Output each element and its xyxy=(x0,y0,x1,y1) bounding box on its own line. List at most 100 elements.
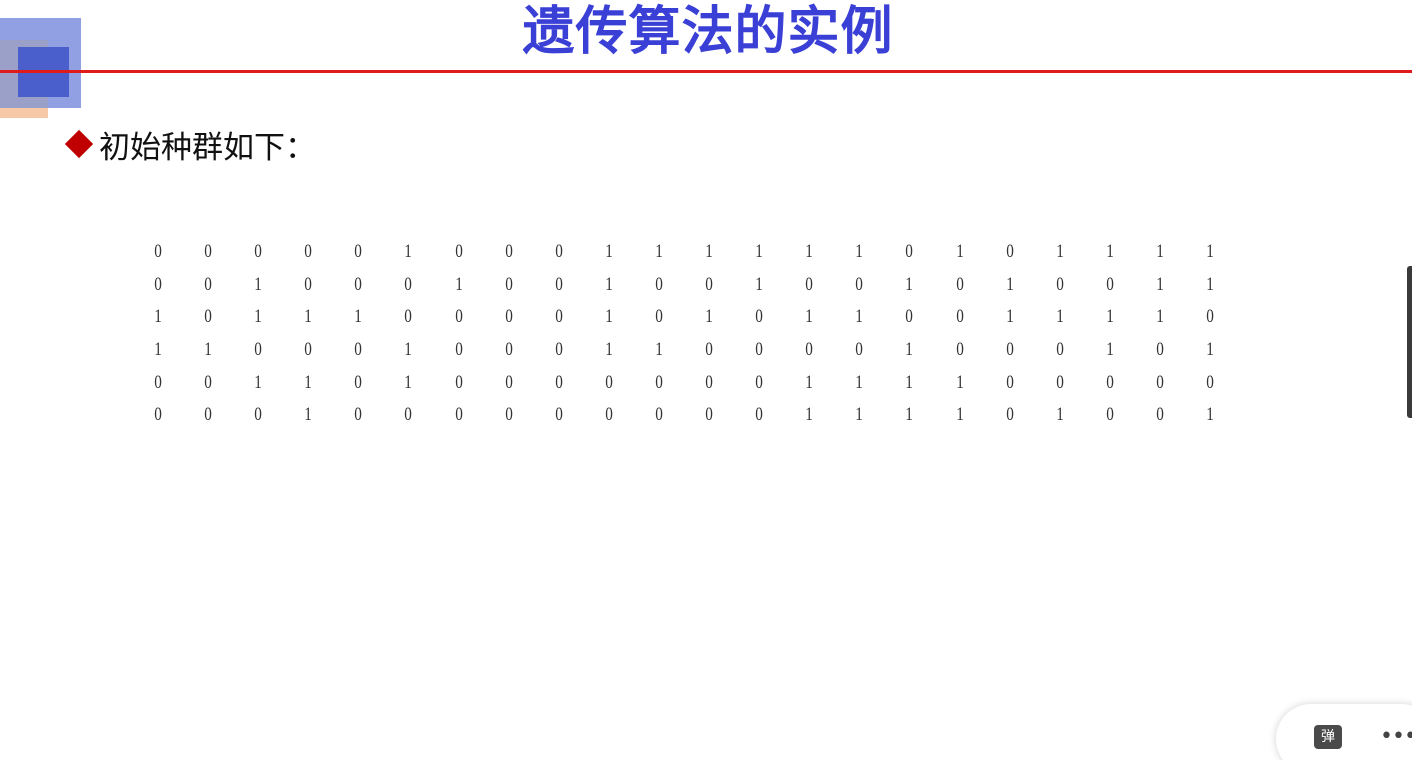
gene-bit: 0 xyxy=(955,306,964,328)
gene-bit: 0 xyxy=(504,273,513,295)
gene-bit: 0 xyxy=(204,273,212,295)
side-scroll-handle[interactable] xyxy=(1407,266,1412,418)
gene-bit: 1 xyxy=(605,241,613,263)
gene-bit: 1 xyxy=(1055,241,1064,263)
bullet-point: 初始种群如下： xyxy=(64,122,316,166)
gene-bit: 1 xyxy=(805,241,814,263)
gene-bit: 0 xyxy=(605,404,613,426)
danmu-toggle-button[interactable]: 弹 xyxy=(1314,725,1342,749)
gene-bit: 1 xyxy=(955,241,964,263)
gene-bit: 1 xyxy=(404,241,413,263)
gene-bit: 1 xyxy=(755,241,763,263)
gene-bit: 1 xyxy=(1206,273,1214,295)
gene-bit: 1 xyxy=(805,404,814,426)
gene-bit: 1 xyxy=(154,306,162,328)
gene-bit: 0 xyxy=(504,306,513,328)
gene-bit: 1 xyxy=(855,306,864,328)
gene-bit: 1 xyxy=(605,306,613,328)
gene-bit: 0 xyxy=(905,306,914,328)
gene-bit: 0 xyxy=(204,306,212,328)
gene-bit: 0 xyxy=(755,404,763,426)
gene-bit: 1 xyxy=(905,339,914,361)
gene-bit: 0 xyxy=(554,404,563,426)
gene-bit: 0 xyxy=(204,371,212,393)
gene-bit: 0 xyxy=(1055,371,1064,393)
gene-bit: 1 xyxy=(905,371,914,393)
gene-bit: 1 xyxy=(755,273,763,295)
gene-bit: 1 xyxy=(605,339,613,361)
more-horizontal-icon[interactable]: ••• xyxy=(1380,726,1412,748)
gene-bit: 0 xyxy=(905,241,914,263)
gene-bit: 0 xyxy=(404,273,413,295)
gene-bit: 0 xyxy=(354,339,363,361)
gene-bit: 1 xyxy=(905,404,914,426)
population-matrix: 0 0 0 0 0 1 0 0 0 1 1 1 1 1 1 0 1 0 1 1 1 1 0 0 1 0 0 0 1 0 0 1 0 0 1 0 0 1 0 1… xyxy=(133,236,1235,432)
gene-bit: 1 xyxy=(1206,241,1214,263)
gene-bit: 0 xyxy=(304,273,313,295)
gene-bit: 1 xyxy=(1055,306,1064,328)
gene-bit: 0 xyxy=(304,339,313,361)
population-row: 0 0 1 1 0 1 0 0 0 0 0 0 0 1 1 1 1 0 0 0 0 0 xyxy=(133,366,1235,399)
gene-bit: 0 xyxy=(1005,339,1014,361)
gene-bit: 1 xyxy=(454,273,463,295)
gene-bit: 0 xyxy=(454,339,463,361)
gene-bit: 1 xyxy=(254,306,263,328)
gene-bit: 0 xyxy=(955,339,964,361)
gene-bit: 0 xyxy=(1206,371,1214,393)
gene-bit: 0 xyxy=(554,241,563,263)
population-row: 1 0 1 1 1 0 0 0 0 1 0 1 0 1 1 0 0 1 1 1 1 0 xyxy=(133,301,1235,334)
gene-bit: 0 xyxy=(454,306,463,328)
gene-bit: 1 xyxy=(1005,273,1014,295)
gene-bit: 0 xyxy=(304,241,313,263)
gene-bit: 0 xyxy=(1156,339,1164,361)
gene-bit: 1 xyxy=(1156,273,1164,295)
gene-bit: 0 xyxy=(154,371,162,393)
gene-bit: 0 xyxy=(855,273,864,295)
gene-bit: 0 xyxy=(1005,241,1014,263)
gene-bit: 0 xyxy=(154,273,162,295)
gene-bit: 0 xyxy=(404,404,413,426)
gene-bit: 0 xyxy=(354,371,363,393)
gene-bit: 1 xyxy=(1055,404,1064,426)
gene-bit: 0 xyxy=(1156,404,1164,426)
gene-bit: 0 xyxy=(1206,306,1214,328)
title-underline xyxy=(0,70,1412,73)
gene-bit: 1 xyxy=(1156,241,1164,263)
gene-bit: 0 xyxy=(855,339,864,361)
gene-bit: 1 xyxy=(855,371,864,393)
gene-bit: 0 xyxy=(705,371,713,393)
gene-bit: 1 xyxy=(805,306,814,328)
gene-bit: 0 xyxy=(655,273,663,295)
gene-bit: 0 xyxy=(955,273,964,295)
gene-bit: 1 xyxy=(304,306,313,328)
gene-bit: 0 xyxy=(655,404,663,426)
gene-bit: 1 xyxy=(1106,241,1114,263)
gene-bit: 0 xyxy=(605,371,613,393)
population-row: 0 0 0 1 0 0 0 0 0 0 0 0 0 1 1 1 1 0 1 0 0 1 xyxy=(133,399,1235,432)
gene-bit: 0 xyxy=(1106,273,1114,295)
gene-bit: 0 xyxy=(755,339,763,361)
gene-bit: 0 xyxy=(354,241,363,263)
gene-bit: 0 xyxy=(404,306,413,328)
gene-bit: 1 xyxy=(855,241,864,263)
gene-bit: 0 xyxy=(705,339,713,361)
gene-bit: 1 xyxy=(655,339,663,361)
gene-bit: 1 xyxy=(304,371,313,393)
gene-bit: 1 xyxy=(855,404,864,426)
gene-bit: 0 xyxy=(454,404,463,426)
gene-bit: 1 xyxy=(705,306,713,328)
bullet-text: 初始种群如下： xyxy=(99,129,316,166)
gene-bit: 1 xyxy=(1005,306,1014,328)
gene-bit: 0 xyxy=(805,273,814,295)
gene-bit: 0 xyxy=(1005,371,1014,393)
gene-bit: 0 xyxy=(1156,371,1164,393)
gene-bit: 0 xyxy=(705,404,713,426)
gene-bit: 1 xyxy=(1106,339,1114,361)
gene-bit: 0 xyxy=(254,241,263,263)
slide-canvas: 遗传算法的实例 初始种群如下： 000001000111111010111100… xyxy=(0,0,1412,760)
gene-bit: 0 xyxy=(504,371,513,393)
population-row: 1 1 0 0 0 1 0 0 0 1 1 0 0 0 0 1 0 0 0 1 0 1 xyxy=(133,334,1235,367)
gene-bit: 0 xyxy=(1055,273,1064,295)
gene-bit: 1 xyxy=(955,404,964,426)
gene-bit: 0 xyxy=(454,241,463,263)
